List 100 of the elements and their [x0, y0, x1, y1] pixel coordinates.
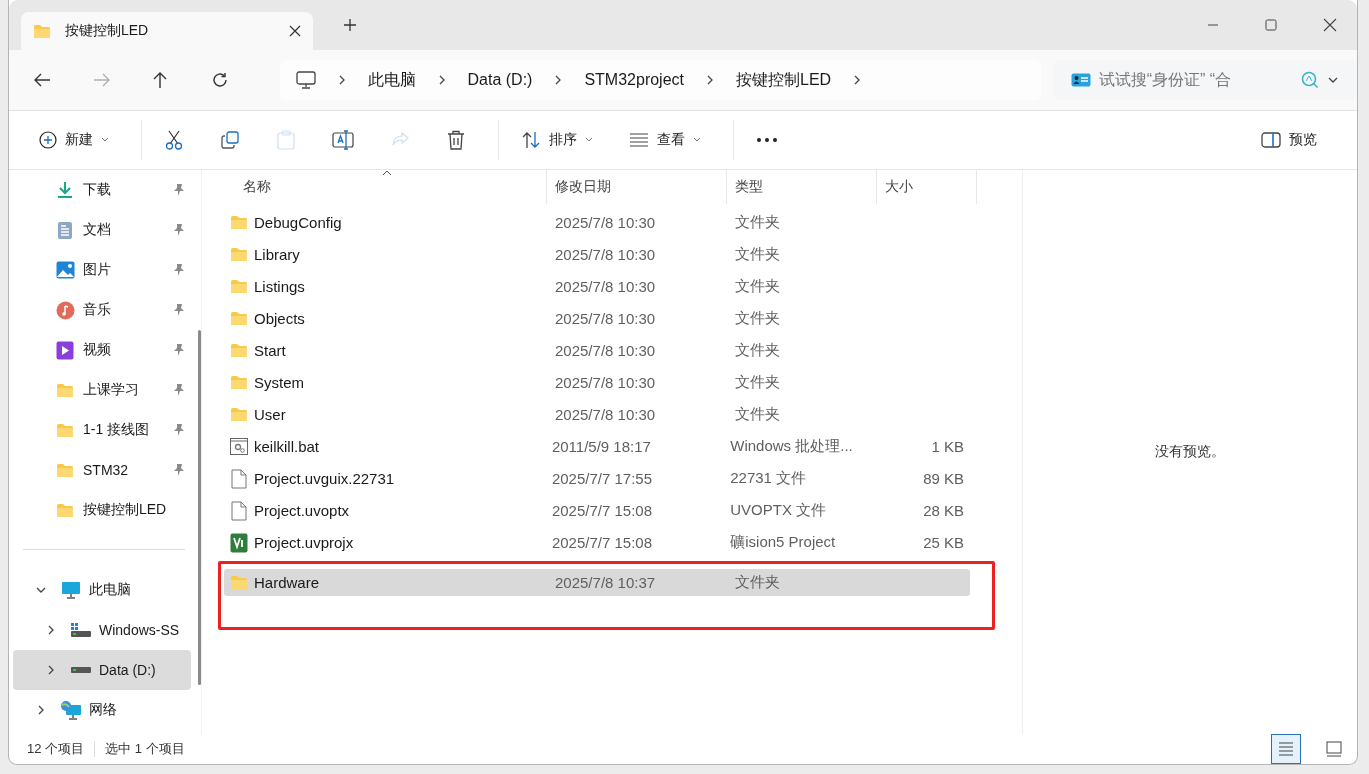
modified-date: 2025/7/8 10:30 [554, 342, 657, 359]
file-row[interactable]: Project.uvoptx 2025/7/7 15:08 UVOPTX 文件 28 KB [224, 497, 970, 524]
breadcrumb-item[interactable]: 此电脑 [367, 69, 416, 91]
address-bar[interactable]: 此电脑 Data (D:) STM32project 按键控制LED [279, 60, 1041, 100]
preview-pane-icon [1261, 132, 1281, 148]
column-header[interactable]: 名称 [212, 170, 547, 204]
file-row[interactable]: Library 2025/7/8 10:30 文件夹 [224, 241, 970, 268]
file-name: Project.uvprojx [254, 534, 354, 551]
breadcrumb-item[interactable]: 按键控制LED [736, 69, 832, 91]
file-type: UVOPTX 文件 [729, 501, 828, 520]
back-icon[interactable] [33, 72, 51, 88]
details-view-button[interactable] [1271, 734, 1301, 764]
modified-date: 2025/7/8 10:30 [554, 278, 657, 295]
sidebar-item[interactable]: 按键控制LED [13, 490, 191, 530]
sidebar-item[interactable]: 音乐 [13, 290, 191, 330]
document-icon [57, 220, 73, 240]
up-icon[interactable] [152, 71, 169, 89]
modified-date: 2025/7/8 10:30 [554, 406, 657, 423]
tree-item[interactable]: 网络 [13, 690, 191, 730]
modified-date: 2011/5/9 18:17 [550, 438, 652, 455]
file-row[interactable]: User 2025/7/8 10:30 文件夹 [224, 401, 970, 428]
view-button[interactable]: 查看 [619, 125, 711, 155]
clipboard-icon [277, 130, 295, 150]
pin-icon[interactable] [173, 423, 185, 437]
modified-date: 2025/7/7 15:08 [550, 534, 653, 551]
file-row[interactable]: keilkill.bat 2011/5/9 18:17 Windows 批处理... 1 KB [224, 433, 970, 460]
gear-window-icon [230, 438, 248, 455]
pin-icon[interactable] [173, 223, 185, 237]
pin-icon[interactable] [173, 183, 185, 197]
download-icon [56, 181, 74, 199]
modified-date: 2025/7/7 15:08 [550, 502, 653, 519]
sort-caret-icon [382, 170, 392, 176]
close-icon[interactable] [1323, 18, 1337, 32]
scrollbar[interactable] [198, 330, 201, 685]
preview-pane-button[interactable]: 预览 [1251, 125, 1327, 155]
id-card-icon [1070, 73, 1091, 87]
file-row[interactable]: DebugConfig 2025/7/8 10:30 文件夹 [224, 209, 970, 236]
file-type: 22731 文件 [729, 469, 808, 488]
search-placeholder: 试试搜“身份证” “合 [1098, 69, 1233, 90]
sort-button[interactable]: 排序 [511, 125, 603, 155]
file-size: 89 KB [922, 470, 965, 487]
sidebar-item[interactable]: 下载 [13, 170, 191, 210]
sidebar-item[interactable]: STM32 [13, 450, 191, 490]
file-name: Project.uvguix.22731 [254, 470, 395, 487]
folder-icon [230, 215, 248, 230]
copy-icon [221, 131, 239, 149]
picture-icon [55, 261, 75, 279]
file-row[interactable]: Objects 2025/7/8 10:30 文件夹 [224, 305, 970, 332]
folder-icon [230, 375, 248, 390]
new-tab-icon[interactable] [343, 18, 357, 32]
close-icon[interactable] [289, 25, 301, 37]
tab[interactable]: 按键控制LED [21, 12, 313, 50]
trash-icon [447, 130, 465, 150]
tree-item[interactable]: Windows-SS [13, 610, 191, 650]
file-row[interactable]: Project.uvprojx 2025/7/7 15:08 礦ision5 Project 25 KB [224, 529, 970, 556]
caret-icon [101, 137, 109, 143]
file-row[interactable]: System 2025/7/8 10:30 文件夹 [224, 369, 970, 396]
file-name: Start [254, 342, 286, 359]
search-field[interactable]: 试试搜“身份证” “合 [1052, 60, 1357, 100]
no-preview-message: 没有预览。 [1155, 443, 1225, 461]
file-row[interactable]: Listings 2025/7/8 10:30 文件夹 [224, 273, 970, 300]
pin-icon[interactable] [173, 383, 185, 397]
pin-icon[interactable] [173, 343, 185, 357]
file-type: Windows 批处理... [729, 437, 854, 456]
caret-icon [585, 137, 593, 143]
file-row[interactable]: Start 2025/7/8 10:30 文件夹 [224, 337, 970, 364]
modified-date: 2025/7/8 10:30 [554, 246, 657, 263]
new-button[interactable]: 新建 [29, 125, 119, 155]
folder-icon [230, 407, 248, 422]
modified-date: 2025/7/7 17:55 [550, 470, 653, 487]
file-row[interactable]: Project.uvguix.22731 2025/7/7 17:55 22731 文件 89 KB [224, 465, 970, 492]
file-name: Project.uvoptx [254, 502, 350, 519]
sidebar-item[interactable]: 视频 [13, 330, 191, 370]
scissors-icon [165, 130, 183, 150]
pin-icon[interactable] [173, 303, 185, 317]
sidebar-item[interactable]: 图片 [13, 250, 191, 290]
tree-item[interactable]: Data (D:) [13, 650, 191, 690]
maximize-icon[interactable] [1265, 19, 1277, 31]
column-header[interactable]: 修改日期 [547, 170, 727, 204]
sidebar-item[interactable]: 1-1 接线图 [13, 410, 191, 450]
refresh-icon[interactable] [211, 72, 228, 88]
file-row[interactable]: Hardware 2025/7/8 10:37 文件夹 [224, 569, 970, 596]
folder-icon [230, 343, 248, 358]
folder-icon [230, 311, 248, 326]
file-size: 28 KB [922, 502, 965, 519]
pin-icon[interactable] [173, 463, 185, 477]
file-type: 礦ision5 Project [729, 533, 837, 552]
file-size: 1 KB [930, 438, 965, 455]
tile-icon [1326, 741, 1342, 757]
breadcrumb-item[interactable]: STM32project [584, 71, 684, 89]
file-type: 文件夹 [734, 245, 781, 264]
breadcrumb-item[interactable]: Data (D:) [467, 71, 533, 89]
sidebar-item[interactable]: 文档 [13, 210, 191, 250]
tree-item[interactable]: 此电脑 [13, 570, 191, 610]
pin-icon[interactable] [173, 263, 185, 277]
sidebar-item[interactable]: 上课学习 [13, 370, 191, 410]
column-header[interactable]: 类型 [727, 170, 877, 204]
column-header[interactable]: 大小 [877, 170, 977, 204]
file-size: 25 KB [922, 534, 965, 551]
file-icon [231, 500, 247, 521]
